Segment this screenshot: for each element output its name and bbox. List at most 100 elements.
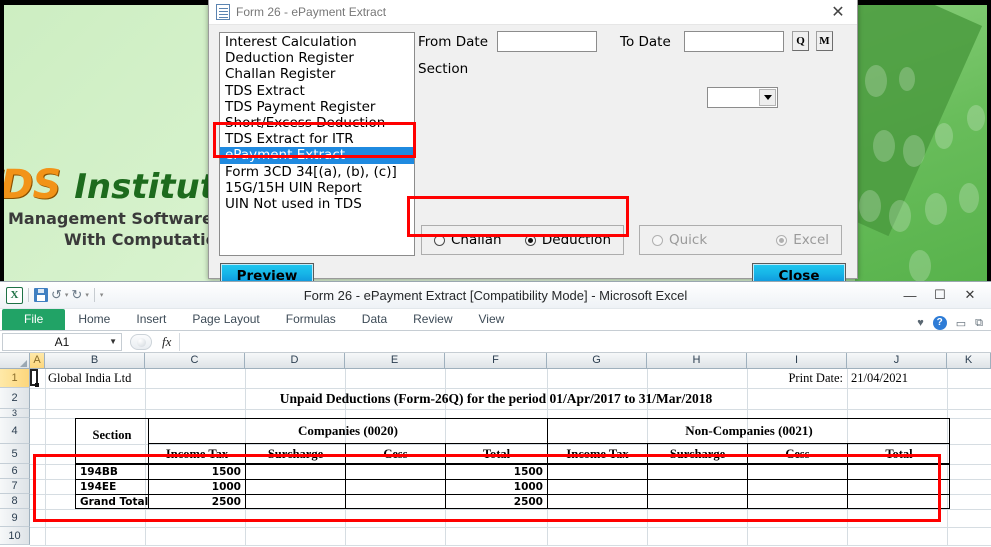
- column-header-b[interactable]: B: [45, 353, 145, 369]
- table-row-n-cess[interactable]: [748, 495, 847, 509]
- column-header-c-cess[interactable]: Cess: [346, 444, 445, 464]
- excel-logo-icon[interactable]: X: [6, 286, 23, 304]
- table-row-n-surcharge[interactable]: [648, 465, 747, 479]
- table-row-section[interactable]: Grand Total: [80, 495, 148, 509]
- table-row-surcharge[interactable]: [246, 465, 345, 479]
- minimize-button[interactable]: —: [895, 284, 925, 306]
- chevron-down-icon[interactable]: [759, 89, 776, 106]
- redo-dropdown-icon[interactable]: ▾: [85, 291, 89, 299]
- list-item-form-3cd-34[interactable]: Form 3CD 34[(a), (b), (c)]: [220, 164, 414, 180]
- cell-report-title[interactable]: Unpaid Deductions (Form-26Q) for the per…: [45, 388, 947, 409]
- table-row-section[interactable]: 194EE: [80, 480, 116, 494]
- from-date-input[interactable]: [497, 31, 597, 52]
- undo-icon[interactable]: ↺: [51, 287, 62, 303]
- close-button[interactable]: ✕: [955, 284, 985, 306]
- list-item-tds-payment-register[interactable]: TDS Payment Register: [220, 99, 414, 115]
- report-list-box[interactable]: Interest Calculation Deduction Register …: [219, 32, 415, 256]
- group-header-companies[interactable]: Companies (0020): [149, 418, 547, 443]
- row-header-2[interactable]: 2: [0, 388, 30, 409]
- tab-view[interactable]: View: [466, 309, 518, 330]
- list-item-challan-register[interactable]: Challan Register: [220, 66, 414, 82]
- table-row-cess[interactable]: [346, 465, 445, 479]
- table-row-n-cess[interactable]: [748, 480, 847, 494]
- cancel-enter-button[interactable]: [130, 333, 152, 350]
- section-dropdown[interactable]: [707, 87, 778, 108]
- table-row-n-income-tax[interactable]: [548, 465, 647, 479]
- row-header-7[interactable]: 7: [0, 479, 30, 494]
- column-header-g[interactable]: G: [547, 353, 647, 369]
- row-header-10[interactable]: 10: [0, 527, 30, 545]
- row-header-9[interactable]: 9: [0, 509, 30, 527]
- chevron-down-icon[interactable]: ▼: [109, 337, 117, 346]
- table-row-total[interactable]: 1000: [446, 480, 547, 494]
- save-icon[interactable]: [34, 288, 48, 302]
- table-row-surcharge[interactable]: [246, 495, 345, 509]
- tab-home[interactable]: Home: [65, 309, 123, 330]
- table-row-section[interactable]: 194BB: [80, 465, 118, 479]
- table-row-income-tax[interactable]: 2500: [149, 495, 245, 509]
- to-date-input[interactable]: [684, 31, 784, 52]
- group-header-non-companies[interactable]: Non-Companies (0021): [548, 418, 950, 443]
- list-item-short-excess-deduction[interactable]: Short/Excess Deduction: [220, 115, 414, 131]
- dialog-title-bar[interactable]: Form 26 - ePayment Extract ✕: [209, 0, 857, 25]
- quarter-button[interactable]: Q: [792, 31, 809, 51]
- undo-dropdown-icon[interactable]: ▾: [65, 291, 69, 299]
- tab-page-layout[interactable]: Page Layout: [179, 309, 272, 330]
- table-row-total[interactable]: 2500: [446, 495, 547, 509]
- column-header-n-income-tax[interactable]: Income Tax: [548, 444, 647, 464]
- list-item-epayment-extract[interactable]: ePayment Extract: [220, 147, 414, 164]
- select-all-button[interactable]: [0, 353, 30, 369]
- cell-j1-print-date-value[interactable]: 21/04/2021: [851, 369, 908, 388]
- table-row-n-income-tax[interactable]: [548, 480, 647, 494]
- column-header-c[interactable]: C: [145, 353, 245, 369]
- column-header-f[interactable]: F: [445, 353, 547, 369]
- column-header-a[interactable]: A: [30, 353, 45, 369]
- row-header-8[interactable]: 8: [0, 494, 30, 509]
- list-item-uin-not-used-in-tds[interactable]: UIN Not used in TDS: [220, 196, 414, 212]
- table-row-income-tax[interactable]: 1000: [149, 480, 245, 494]
- list-item-interest-calculation[interactable]: Interest Calculation: [220, 34, 414, 50]
- row-header-5[interactable]: 5: [0, 444, 30, 464]
- column-header-j[interactable]: J: [847, 353, 947, 369]
- row-header-4[interactable]: 4: [0, 418, 30, 444]
- radio-challan[interactable]: Challan: [434, 232, 502, 248]
- table-row-n-total[interactable]: [848, 495, 950, 509]
- table-row-income-tax[interactable]: 1500: [149, 465, 245, 479]
- list-item-deduction-register[interactable]: Deduction Register: [220, 50, 414, 66]
- column-header-k[interactable]: K: [947, 353, 991, 369]
- redo-icon[interactable]: ↻: [71, 287, 82, 303]
- sheet-cells[interactable]: Global India Ltd Print Date: 21/04/2021 …: [30, 369, 991, 546]
- ribbon-options-icon[interactable]: ♥: [917, 317, 924, 329]
- tab-insert[interactable]: Insert: [123, 309, 179, 330]
- row-header-1[interactable]: 1: [0, 369, 30, 388]
- list-item-tds-extract[interactable]: TDS Extract: [220, 83, 414, 99]
- tab-data[interactable]: Data: [349, 309, 400, 330]
- table-row-surcharge[interactable]: [246, 480, 345, 494]
- tab-review[interactable]: Review: [400, 309, 465, 330]
- column-header-n-total[interactable]: Total: [848, 444, 950, 464]
- table-row-n-surcharge[interactable]: [648, 480, 747, 494]
- cell-i1-print-date-label[interactable]: Print Date:: [747, 369, 847, 388]
- cell-b1-company-name[interactable]: Global India Ltd: [48, 369, 131, 388]
- list-item-tds-extract-for-itr[interactable]: TDS Extract for ITR: [220, 131, 414, 147]
- name-box[interactable]: A1 ▼: [2, 332, 122, 351]
- maximize-button[interactable]: ☐: [925, 284, 955, 306]
- table-row-n-income-tax[interactable]: [548, 495, 647, 509]
- insert-function-icon[interactable]: fx: [162, 334, 171, 350]
- customize-toolbar-icon[interactable]: ▾: [100, 291, 104, 299]
- tab-formulas[interactable]: Formulas: [273, 309, 349, 330]
- column-header-e[interactable]: E: [345, 353, 445, 369]
- row-header-3[interactable]: 3: [0, 409, 30, 418]
- table-row-cess[interactable]: [346, 495, 445, 509]
- table-row-n-cess[interactable]: [748, 465, 847, 479]
- restore-window-icon[interactable]: ⧉: [975, 317, 983, 330]
- column-header-c-income-tax[interactable]: Income Tax: [149, 444, 245, 464]
- column-header-section[interactable]: Section: [76, 424, 148, 446]
- radio-deduction[interactable]: Deduction: [524, 232, 611, 248]
- column-header-n-cess[interactable]: Cess: [748, 444, 847, 464]
- column-header-i[interactable]: I: [747, 353, 847, 369]
- column-header-h[interactable]: H: [647, 353, 747, 369]
- column-header-c-surcharge[interactable]: Surcharge: [246, 444, 345, 464]
- table-row-cess[interactable]: [346, 480, 445, 494]
- help-icon[interactable]: ?: [932, 316, 947, 330]
